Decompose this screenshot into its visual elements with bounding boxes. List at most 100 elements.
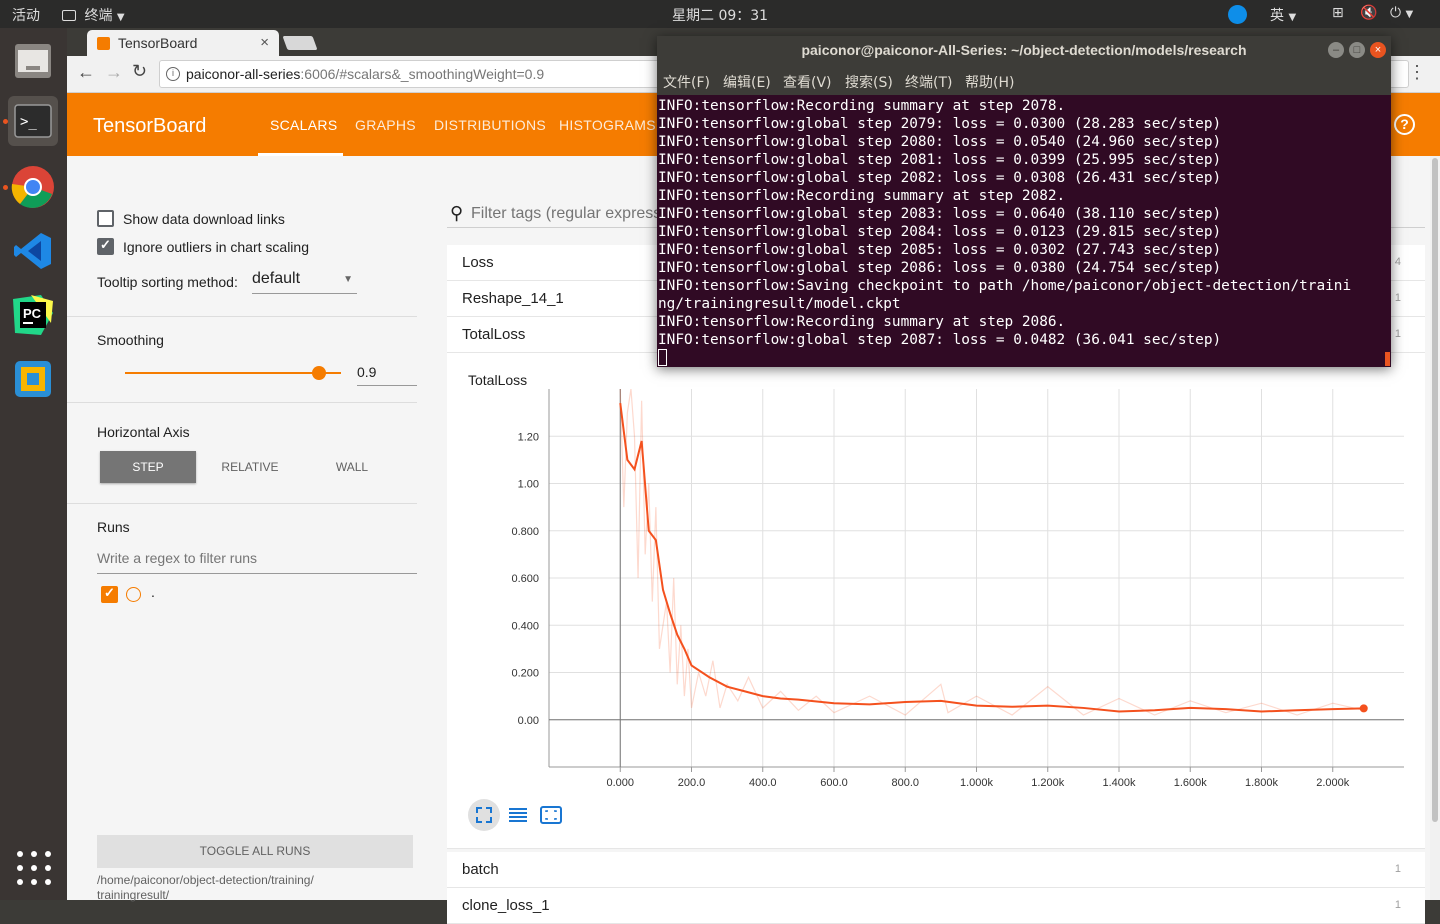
close-tab-icon[interactable]: × bbox=[260, 34, 269, 51]
app-menu[interactable]: 终端 ▼ bbox=[62, 5, 125, 25]
minimize-icon[interactable]: – bbox=[1328, 42, 1344, 58]
fit-to-data-button[interactable] bbox=[535, 799, 567, 831]
tag-group-count: 4 bbox=[1394, 256, 1401, 268]
tag-group-count: 1 bbox=[1394, 328, 1401, 340]
terminal-titlebar[interactable]: paiconor@paiconor-All-Series: ~/object-d… bbox=[657, 36, 1391, 65]
chevron-down-icon: ▼ bbox=[116, 12, 125, 23]
input-method-indicator[interactable]: 英 ▼ bbox=[1270, 5, 1296, 25]
menu-search[interactable]: 搜索(S) bbox=[845, 72, 893, 92]
y-tick-label: 0.00 bbox=[518, 715, 539, 727]
run-color-circle-icon[interactable] bbox=[126, 587, 141, 602]
svg-text:>_: >_ bbox=[20, 114, 37, 130]
tab-histograms[interactable]: HISTOGRAMS bbox=[559, 117, 656, 133]
terminal-title: paiconor@paiconor-All-Series: ~/object-d… bbox=[801, 42, 1247, 58]
terminal-app-icon bbox=[62, 10, 76, 21]
logdir-path: /home/paiconor/object-detection/training… bbox=[97, 873, 314, 902]
virtualbox-icon bbox=[15, 361, 51, 397]
haxis-wall-button[interactable]: WALL bbox=[307, 451, 397, 483]
totalloss-chart[interactable]: 0.000 200.0 400.0 600.0 800.0 1.000k 1.200k 1.4… bbox=[447, 389, 1425, 809]
tag-group-batch[interactable]: batch 1 bbox=[447, 852, 1425, 888]
x-tick-label: 1.200k bbox=[1031, 777, 1065, 789]
info-icon[interactable]: i bbox=[166, 67, 180, 81]
chrome-dock-icon[interactable] bbox=[8, 162, 58, 212]
terminal-line: INFO:tensorflow:global step 2084: loss =… bbox=[658, 224, 1222, 240]
ignore-outliers-label: Ignore outliers in chart scaling bbox=[123, 239, 309, 255]
network-icon[interactable]: ⊞ bbox=[1332, 5, 1344, 21]
close-window-icon[interactable]: × bbox=[1370, 42, 1386, 58]
tag-group-name: Reshape_14_1 bbox=[462, 290, 564, 307]
tooltip-sorting-select[interactable]: default ▼ bbox=[252, 270, 357, 294]
files-dock-icon[interactable] bbox=[8, 36, 58, 86]
terminal-line: INFO:tensorflow:global step 2083: loss =… bbox=[658, 206, 1222, 222]
x-tick-label: 0.000 bbox=[606, 777, 634, 789]
terminal-line: INFO:tensorflow:Saving checkpoint to pat… bbox=[658, 278, 1352, 294]
y-tick-label: 0.800 bbox=[511, 526, 539, 538]
vscode-dock-icon[interactable] bbox=[8, 226, 58, 276]
tab-distributions[interactable]: DISTRIBUTIONS bbox=[434, 117, 546, 133]
new-tab-button[interactable] bbox=[282, 36, 318, 50]
terminal-line: INFO:tensorflow:global step 2087: loss =… bbox=[658, 332, 1222, 348]
tag-group-count: 1 bbox=[1394, 899, 1401, 911]
forward-icon[interactable]: → bbox=[105, 62, 123, 83]
show-download-links-checkbox[interactable] bbox=[97, 210, 114, 227]
back-icon[interactable]: ← bbox=[77, 62, 95, 83]
browser-tab[interactable]: TensorBoard × bbox=[87, 30, 279, 56]
virtualbox-dock-icon[interactable] bbox=[8, 354, 58, 404]
y-tick-label: 0.600 bbox=[511, 573, 539, 585]
teamviewer-icon[interactable] bbox=[1228, 5, 1247, 24]
menu-file[interactable]: 文件(F) bbox=[663, 72, 710, 92]
terminal-line: INFO:tensorflow:Recording summary at ste… bbox=[658, 98, 1066, 114]
x-tick-label: 2.000k bbox=[1316, 777, 1350, 789]
smoothing-title: Smoothing bbox=[97, 332, 164, 348]
terminal-line: INFO:tensorflow:Recording summary at ste… bbox=[658, 188, 1066, 204]
divider bbox=[67, 402, 417, 403]
page-scrollbar[interactable] bbox=[1430, 156, 1440, 900]
haxis-relative-button[interactable]: RELATIVE bbox=[207, 451, 293, 483]
terminal-output[interactable]: INFO:tensorflow:Recording summary at ste… bbox=[658, 95, 1390, 367]
checkmark-icon: ✓ bbox=[100, 237, 111, 252]
menu-kebab-icon[interactable]: ⋮ bbox=[1408, 62, 1426, 83]
smoothing-value: 0.9 bbox=[357, 364, 377, 380]
tag-group-clone-loss[interactable]: clone_loss_1 1 bbox=[447, 888, 1425, 924]
x-tick-label: 400.0 bbox=[749, 777, 777, 789]
smoothing-slider-knob[interactable] bbox=[312, 366, 326, 380]
maximize-icon[interactable]: □ bbox=[1349, 42, 1365, 58]
menu-help[interactable]: 帮助(H) bbox=[965, 72, 1014, 92]
terminal-dock-icon[interactable]: >_ bbox=[8, 96, 58, 146]
volume-muted-icon[interactable]: 🔇 bbox=[1360, 5, 1377, 21]
activities-button[interactable]: 活动 bbox=[12, 5, 40, 25]
clock[interactable]: 星期二 09：31 bbox=[672, 5, 768, 25]
runs-filter-input[interactable]: Write a regex to filter runs bbox=[97, 550, 417, 574]
scrollbar-thumb[interactable] bbox=[1432, 158, 1438, 822]
haxis-step-button[interactable]: STEP bbox=[100, 451, 196, 483]
smoothing-input[interactable]: 0.9 bbox=[357, 364, 417, 386]
reload-icon[interactable]: ↻ bbox=[132, 61, 147, 82]
tensorboard-favicon bbox=[97, 37, 110, 50]
power-icon[interactable]: ⏻ ▼ bbox=[1390, 5, 1413, 21]
pycharm-icon: PC bbox=[13, 295, 53, 335]
terminal-menubar: 文件(F) 编辑(E) 查看(V) 搜索(S) 终端(T) 帮助(H) bbox=[657, 65, 1391, 95]
terminal-scrollbar[interactable] bbox=[1385, 352, 1390, 366]
tensorboard-logo: TensorBoard bbox=[93, 115, 207, 137]
help-icon[interactable]: ? bbox=[1394, 114, 1415, 135]
ignore-outliers-checkbox[interactable]: ✓ bbox=[97, 237, 114, 255]
tooltip-sorting-label: Tooltip sorting method: bbox=[97, 274, 238, 290]
terminal-line: INFO:tensorflow:global step 2079: loss =… bbox=[658, 116, 1222, 132]
file-manager-icon bbox=[15, 44, 51, 78]
menu-edit[interactable]: 编辑(E) bbox=[723, 72, 771, 92]
run-checkbox[interactable]: ✓ bbox=[101, 585, 118, 603]
terminal-line: INFO:tensorflow:Recording summary at ste… bbox=[658, 314, 1066, 330]
tab-graphs[interactable]: GRAPHS bbox=[355, 117, 416, 133]
x-tick-label: 800.0 bbox=[891, 777, 919, 789]
tab-scalars[interactable]: SCALARS bbox=[270, 117, 337, 133]
tab-title: TensorBoard bbox=[118, 35, 198, 51]
menu-terminal[interactable]: 终端(T) bbox=[905, 72, 952, 92]
pycharm-dock-icon[interactable]: PC bbox=[8, 290, 58, 340]
toggle-all-runs-button[interactable]: TOGGLE ALL RUNS bbox=[97, 835, 413, 868]
menu-view[interactable]: 查看(V) bbox=[783, 72, 832, 92]
smoothing-slider-track[interactable] bbox=[125, 372, 341, 374]
toggle-log-scale-button[interactable] bbox=[502, 799, 534, 831]
vscode-icon bbox=[14, 233, 51, 269]
show-applications-icon[interactable] bbox=[16, 850, 52, 886]
fit-domain-button[interactable] bbox=[468, 799, 500, 831]
